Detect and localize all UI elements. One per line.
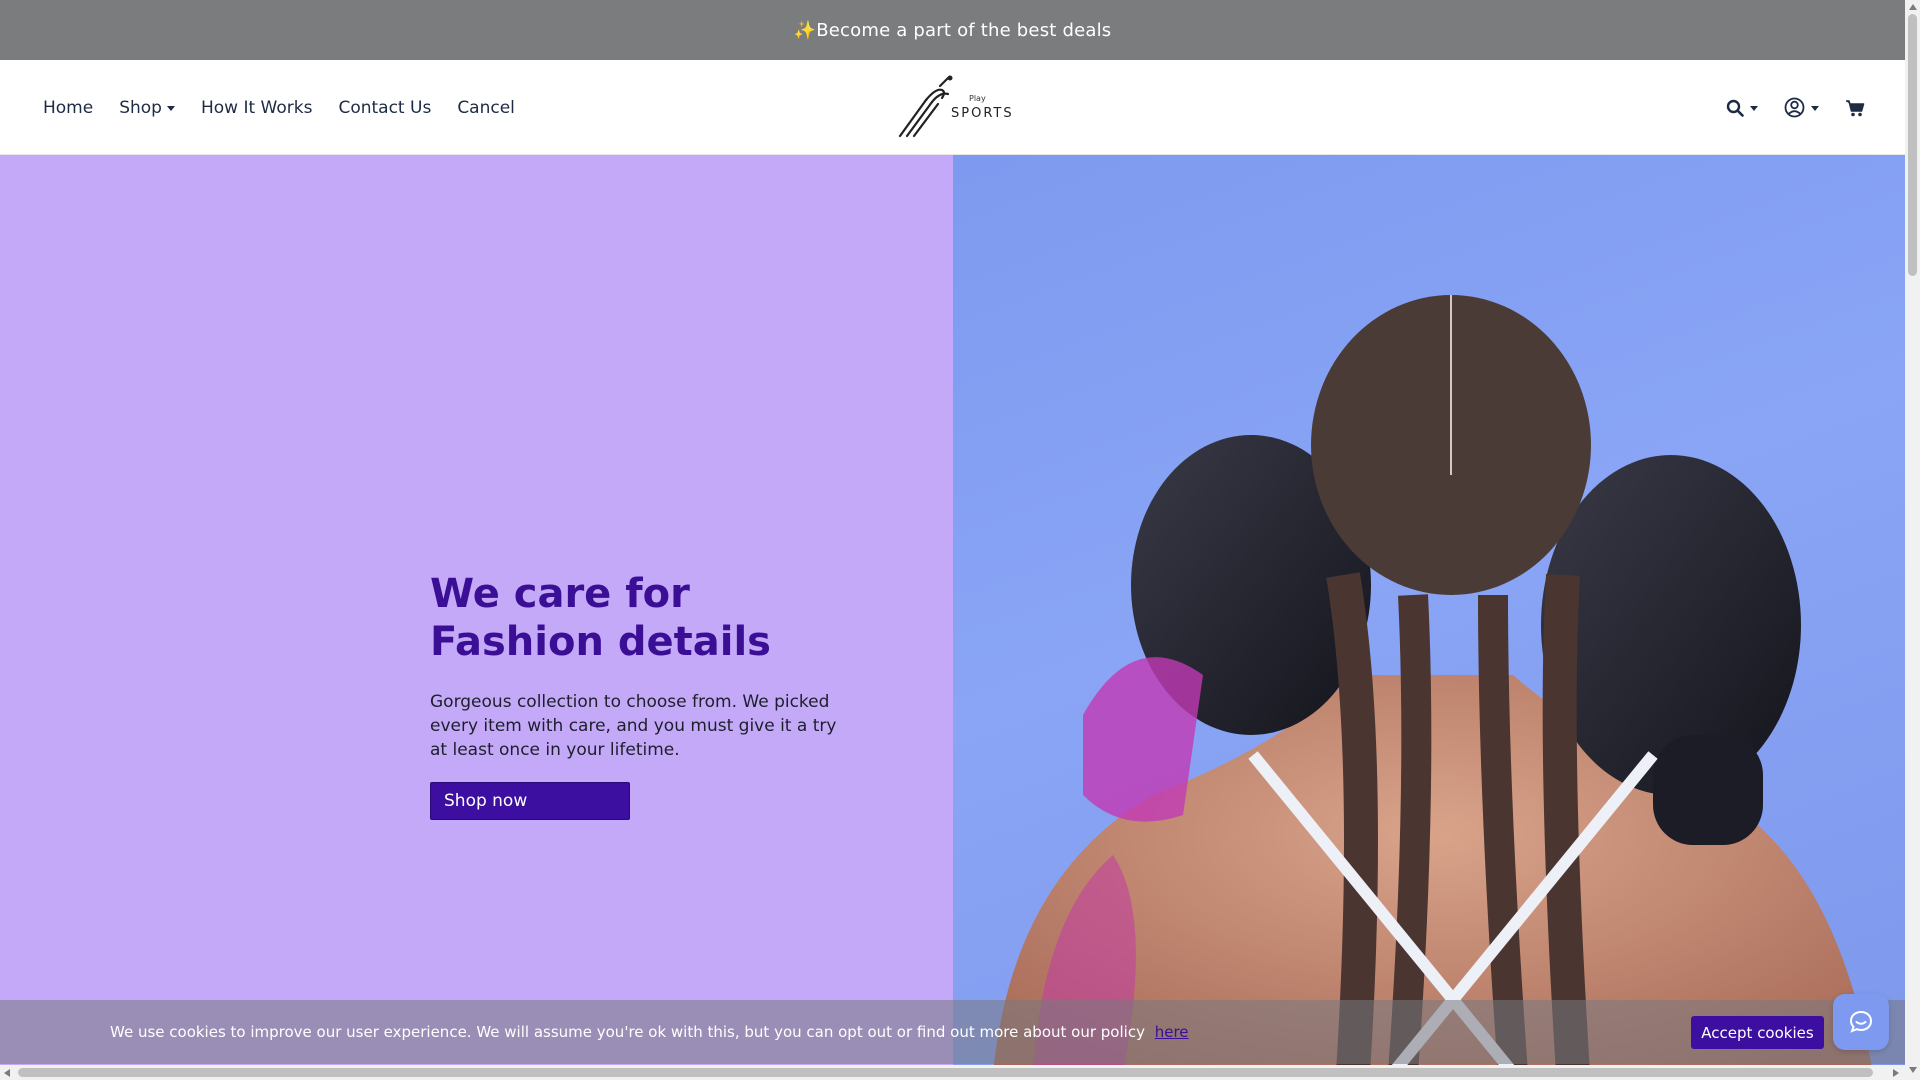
boxer-photo-illustration	[993, 295, 1873, 1073]
scroll-right-arrow-icon[interactable]	[1893, 1069, 1899, 1077]
nav-contact-us-label: Contact Us	[338, 97, 432, 118]
nav-contact-us[interactable]: Contact Us	[338, 98, 431, 118]
hero-headline: We care for Fashion details	[430, 570, 850, 666]
nav-shop-label: Shop	[119, 97, 162, 118]
user-circle-icon	[1784, 97, 1805, 118]
hero-image	[953, 155, 1905, 1073]
scroll-left-arrow-icon[interactable]	[4, 1069, 10, 1077]
shop-now-button[interactable]: Shop now	[430, 782, 630, 820]
search-dropdown[interactable]	[1726, 99, 1758, 117]
hero-headline-line1: We care for	[430, 571, 690, 617]
cookie-text: We use cookies to improve our user exper…	[110, 1023, 1145, 1041]
nav-cancel-label: Cancel	[457, 97, 515, 118]
accept-cookies-button[interactable]: Accept cookies	[1691, 1016, 1824, 1049]
logo-text-sports: SPORTS	[951, 106, 1014, 121]
vertical-scrollbar[interactable]	[1905, 0, 1920, 1080]
nav-shop[interactable]: Shop	[119, 98, 175, 118]
search-icon	[1726, 99, 1744, 117]
main-nav: Home Shop How It Works Contact Us Cancel	[43, 60, 515, 155]
horizontal-scroll-thumb[interactable]	[18, 1068, 1873, 1077]
hero-headline-line2: Fashion details	[430, 619, 771, 665]
nav-how-it-works[interactable]: How It Works	[201, 98, 312, 118]
account-dropdown[interactable]	[1784, 97, 1819, 118]
site-logo[interactable]: Play SPORTS	[896, 74, 1014, 140]
announcement-text: ✨Become a part of the best deals	[793, 19, 1112, 41]
vertical-scroll-thumb[interactable]	[1908, 14, 1917, 276]
header-tools	[1726, 60, 1865, 155]
caret-down-icon	[1750, 106, 1758, 111]
site-header: Home Shop How It Works Contact Us Cancel…	[0, 60, 1905, 155]
chat-bubble-icon	[1849, 1010, 1873, 1033]
horizontal-scrollbar[interactable]	[0, 1065, 1905, 1080]
cookie-banner: We use cookies to improve our user exper…	[0, 1000, 1905, 1064]
shopping-cart-icon	[1846, 99, 1865, 116]
hero-subtext: Gorgeous collection to choose from. We p…	[430, 692, 837, 760]
caret-down-icon	[166, 106, 175, 111]
announcement-bar: ✨Become a part of the best deals	[0, 0, 1905, 60]
cookie-policy-link[interactable]: here	[1155, 1023, 1189, 1041]
nav-cancel[interactable]: Cancel	[457, 98, 515, 118]
cart-button[interactable]	[1845, 99, 1865, 117]
scroll-down-arrow-icon[interactable]	[1909, 1067, 1917, 1073]
nav-home-label: Home	[43, 97, 94, 118]
cookie-message: We use cookies to improve our user exper…	[110, 1023, 1189, 1041]
logo-text-play: Play	[969, 94, 986, 103]
chat-widget-button[interactable]	[1833, 994, 1889, 1050]
nav-home[interactable]: Home	[43, 98, 93, 118]
nav-how-it-works-label: How It Works	[200, 97, 313, 118]
caret-down-icon	[1811, 106, 1819, 111]
scroll-up-arrow-icon[interactable]	[1909, 4, 1917, 10]
